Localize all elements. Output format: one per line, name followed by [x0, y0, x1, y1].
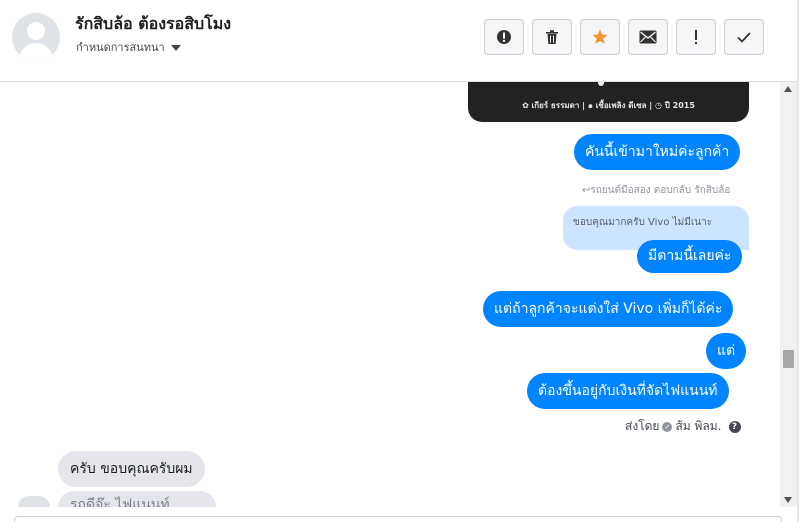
outgoing-message[interactable]: ต้องขึ้นอยู่กับเงินที่จัดไฟแนนท์ [527, 373, 729, 409]
vehicle-specs: ✿ เกียร์ ธรรมดา | ๑ เชื้อเพลิง ดีเซล | ◷… [522, 101, 695, 110]
conversation-header: รักสิบล้อ ต้องรอสิบโมง กำหนดการสนทนา [0, 0, 797, 82]
sender-avatar[interactable] [18, 496, 50, 507]
help-icon[interactable]: ? [728, 420, 741, 433]
caret-down-icon [170, 44, 181, 51]
vehicle-image-card[interactable]: ✿ เกียร์ ธรรมดา | ๑ เชื้อเพลิง ดีเซล | ◷… [468, 82, 749, 122]
check-circle-icon: ✓ [662, 421, 673, 432]
star-icon [592, 29, 608, 44]
header-actions [484, 19, 764, 55]
outgoing-message[interactable]: มีตามนี้เลยค่ะ [637, 240, 743, 273]
schedule-dropdown[interactable]: กำหนดการสนทนา [76, 38, 181, 56]
alert-circle-icon [497, 30, 511, 44]
scroll-down-icon[interactable] [784, 497, 792, 503]
avatar-body [19, 43, 53, 61]
incoming-message[interactable]: รถดีจ๊ะ ไฟแนนท์ [58, 491, 216, 507]
schedule-label: กำหนดการสนทนา [76, 41, 165, 54]
message-composer[interactable] [14, 516, 782, 522]
mark-unread-button[interactable] [628, 19, 668, 55]
star-button[interactable] [580, 19, 620, 55]
outgoing-message[interactable]: แต่ถ้าลูกค้าจะแต่งใส่ Vivo เพิ่มก็ได้ค่ะ [483, 291, 734, 327]
check-icon [737, 32, 751, 43]
done-button[interactable] [724, 19, 764, 55]
envelope-icon [639, 30, 657, 44]
outgoing-message[interactable]: แต่ [706, 333, 747, 369]
scroll-up-icon[interactable] [784, 86, 792, 92]
avatar[interactable] [12, 13, 60, 61]
scrollbar[interactable] [780, 82, 797, 507]
trash-icon [546, 30, 558, 44]
important-button[interactable] [676, 19, 716, 55]
image-top-fragment [598, 82, 604, 86]
avatar-head [27, 22, 45, 40]
reply-meta: ↩รถยนต์มือสอง ตอบกลับ รักสิบล้อ [582, 185, 731, 196]
report-button[interactable] [484, 19, 524, 55]
contact-name[interactable]: รักสิบล้อ ต้องรอสิบโมง [75, 12, 231, 37]
outgoing-message[interactable]: คันนี้เข้ามาใหม่ค่ะลูกค้า [574, 134, 741, 170]
incoming-message[interactable]: ครับ ขอบคุณครับผม [58, 451, 205, 487]
sent-by-info: ส่งโดย ✓ ส้ม พิลม. ? [625, 417, 741, 436]
exclamation-icon [695, 30, 697, 44]
sent-by-name: ส้ม พิลม. [675, 419, 722, 433]
scroll-thumb[interactable] [783, 350, 794, 368]
delete-button[interactable] [532, 19, 572, 55]
sent-by-prefix: ส่งโดย [625, 419, 660, 433]
